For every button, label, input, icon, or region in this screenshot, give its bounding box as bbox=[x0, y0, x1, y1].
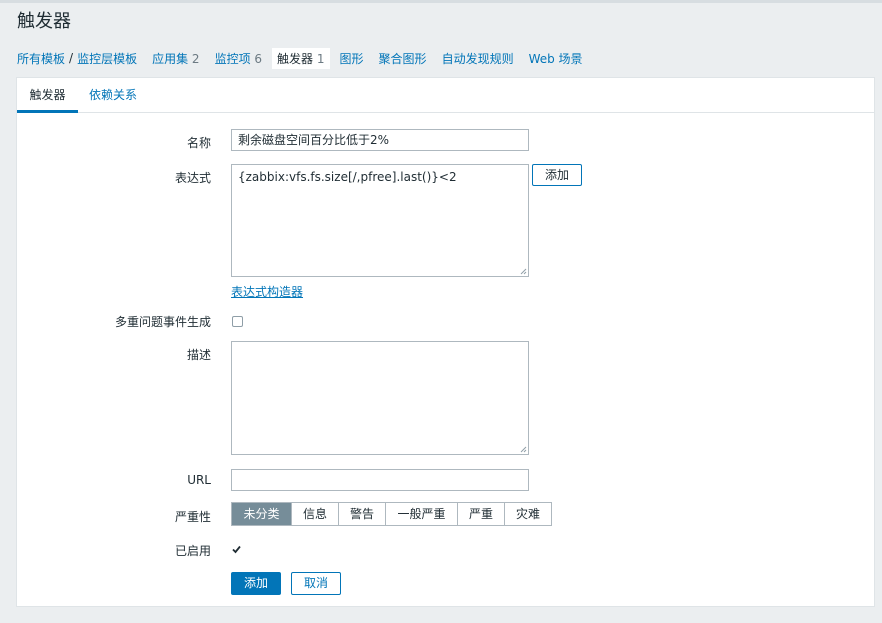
page-title: 触发器 bbox=[17, 11, 71, 32]
description-textarea[interactable] bbox=[231, 341, 529, 455]
resize-grip-icon[interactable] bbox=[520, 446, 527, 453]
nav-items-label: 监控项 bbox=[214, 51, 251, 66]
nav-items[interactable]: 监控项 6 bbox=[215, 50, 262, 67]
add-expression-button[interactable]: 添加 bbox=[532, 164, 582, 186]
expression-textarea[interactable]: {zabbix:vfs.fs.size[/,pfree].last()}<2 bbox=[231, 164, 529, 277]
severity-average[interactable]: 一般严重 bbox=[385, 503, 457, 525]
breadcrumb-all-templates[interactable]: 所有模板 bbox=[17, 50, 65, 67]
expression-label: 表达式 bbox=[174, 171, 211, 185]
nav-items-count: 6 bbox=[254, 51, 263, 66]
expression-text: {zabbix:vfs.fs.size[/,pfree].last()}<2 bbox=[238, 170, 457, 184]
nav-web-scenarios[interactable]: Web 场景 bbox=[529, 50, 583, 67]
multiple-events-checkbox[interactable] bbox=[232, 316, 243, 327]
name-label: 名称 bbox=[186, 136, 211, 150]
enabled-label: 已启用 bbox=[174, 544, 211, 558]
severity-label: 严重性 bbox=[174, 510, 211, 524]
nav-triggers-label: 触发器 bbox=[277, 51, 314, 66]
url-label: URL bbox=[187, 473, 211, 487]
severity-disaster[interactable]: 灾难 bbox=[504, 503, 551, 525]
severity-high[interactable]: 严重 bbox=[457, 503, 504, 525]
resize-grip-icon[interactable] bbox=[520, 268, 527, 275]
name-input[interactable]: 剩余磁盘空间百分比低于2% bbox=[231, 129, 529, 151]
nav-graphs[interactable]: 图形 bbox=[340, 50, 364, 67]
nav-app-sets-count: 2 bbox=[191, 51, 200, 66]
tab-bar: 触发器 依赖关系 bbox=[17, 78, 874, 113]
nav-app-sets-label: 应用集 bbox=[152, 51, 189, 66]
top-border bbox=[0, 0, 882, 3]
enabled-checkbox[interactable] bbox=[231, 544, 242, 555]
checkmark-icon bbox=[232, 545, 241, 554]
breadcrumb: 所有模板 / 监控层模板 应用集 2 监控项 6 触发器 1 图形 聚合图形 自… bbox=[17, 47, 598, 69]
tab-dependencies[interactable]: 依赖关系 bbox=[89, 78, 137, 113]
severity-information[interactable]: 信息 bbox=[291, 503, 338, 525]
nav-app-sets[interactable]: 应用集 2 bbox=[152, 50, 199, 67]
multiple-events-label: 多重问题事件生成 bbox=[114, 315, 211, 329]
breadcrumb-template[interactable]: 监控层模板 bbox=[77, 50, 137, 67]
severity-selector: 未分类 信息 警告 一般严重 严重 灾难 bbox=[231, 502, 552, 526]
breadcrumb-separator: / bbox=[69, 51, 74, 65]
severity-not-classified[interactable]: 未分类 bbox=[232, 503, 291, 525]
nav-discovery-rules[interactable]: 自动发现规则 bbox=[442, 50, 514, 67]
severity-warning[interactable]: 警告 bbox=[338, 503, 385, 525]
url-input[interactable] bbox=[231, 469, 529, 491]
nav-screens[interactable]: 聚合图形 bbox=[379, 50, 427, 67]
submit-button[interactable]: 添加 bbox=[231, 572, 281, 595]
nav-triggers-count: 1 bbox=[316, 51, 325, 66]
nav-triggers[interactable]: 触发器 1 bbox=[272, 47, 330, 69]
cancel-button[interactable]: 取消 bbox=[291, 572, 341, 595]
tab-trigger[interactable]: 触发器 bbox=[17, 78, 78, 113]
description-label: 描述 bbox=[186, 348, 211, 362]
expression-builder-link[interactable]: 表达式构造器 bbox=[231, 283, 303, 300]
trigger-form-panel: 触发器 依赖关系 名称 剩余磁盘空间百分比低于2% 表达式 {zabbix:vf… bbox=[16, 77, 875, 607]
